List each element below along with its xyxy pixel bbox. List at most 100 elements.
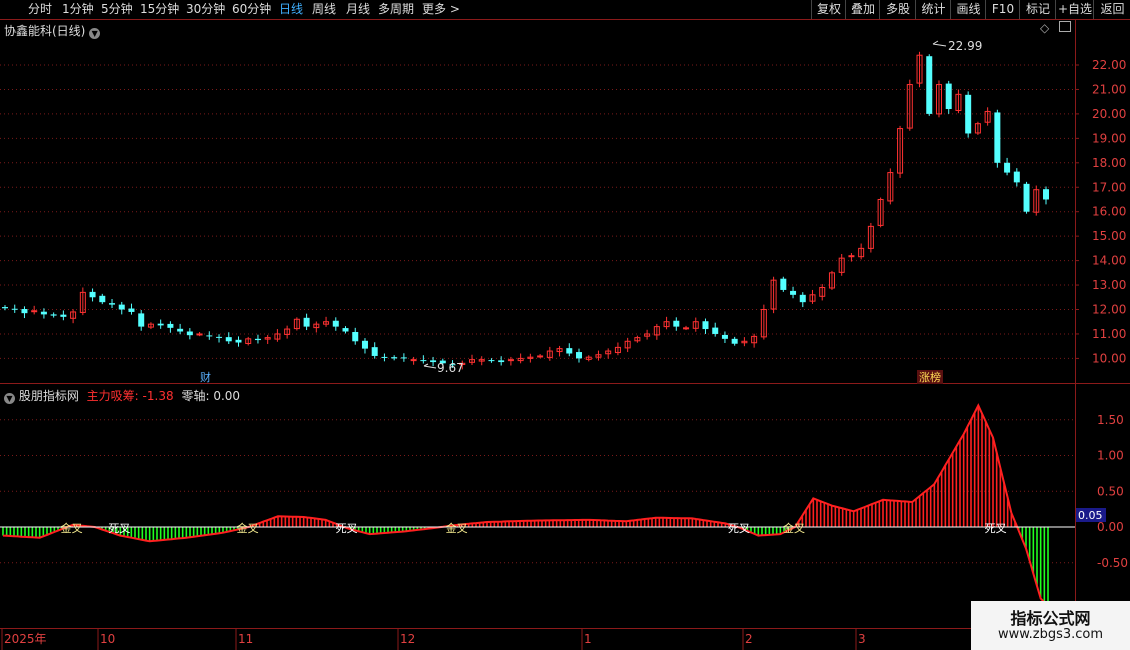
indicator-line: [2, 403, 1049, 607]
cross-signal-label: 死叉: [728, 522, 750, 535]
date-label: 2025年: [4, 632, 47, 646]
price-tick-label: 15.00: [1092, 229, 1126, 243]
candle-body: [11, 308, 18, 310]
indicator-tick-label: 0.50: [1097, 484, 1124, 498]
date-label: 10: [100, 632, 115, 646]
candle-body: [235, 339, 242, 343]
candle-body: [206, 335, 213, 337]
price-tick-label: 20.00: [1092, 107, 1126, 121]
candle-body: [488, 360, 495, 362]
candle-body: [225, 337, 232, 342]
kline-chart[interactable]: 22.00 2 1.00 20.00 19.00 18.00 17.00 16.00 15.00…: [0, 0, 1130, 650]
date-label: 11: [238, 632, 253, 646]
candle-body: [673, 320, 680, 327]
candle-body: [566, 348, 573, 354]
candle-body: [157, 323, 164, 326]
candle-body: [50, 314, 57, 316]
candle-body: [332, 320, 339, 327]
candle-body: [799, 294, 806, 303]
candle-body: [430, 360, 437, 363]
candle-body: [99, 295, 106, 303]
date-label: 1: [584, 632, 592, 646]
candle-body: [712, 327, 719, 334]
candle-body: [186, 331, 193, 336]
candle-body: [89, 291, 96, 298]
candle-body: [400, 357, 407, 359]
candle-body: [702, 321, 709, 330]
candle-body: [352, 331, 359, 342]
candle-body: [848, 255, 855, 258]
candle-body: [21, 309, 28, 314]
candle-body: [780, 278, 787, 290]
cross-signal-label: 金叉: [783, 521, 805, 535]
candle-body: [1043, 189, 1049, 200]
candle-body: [1023, 183, 1030, 212]
candle-body: [177, 328, 184, 332]
candle-body: [361, 340, 368, 349]
candle-body: [138, 313, 145, 327]
candle-body: [945, 83, 952, 110]
zhangbang-badge: 涨榜: [919, 370, 941, 384]
candle-body: [731, 338, 738, 344]
indicator-tick-label: 1.50: [1097, 413, 1124, 427]
watermark-url: www.zbgs3.com: [997, 627, 1104, 642]
candle-body: [109, 303, 116, 305]
cross-signal-label: 金叉: [446, 521, 468, 535]
indicator-tick-label: 0.00: [1097, 520, 1124, 534]
candle-body: [965, 94, 972, 134]
candle-body: [420, 360, 427, 362]
candle-body: [498, 360, 505, 363]
indicator-tick-label: -0.50: [1097, 556, 1128, 570]
candle-body: [926, 56, 933, 114]
candle-body: [31, 310, 38, 313]
price-tick-label: 14.00: [1092, 254, 1126, 268]
candle-body: [342, 328, 349, 332]
candle-body: [410, 359, 417, 362]
candle-body: [391, 357, 398, 359]
date-label: 2: [745, 632, 753, 646]
candle-body: [167, 323, 174, 328]
cross-signal-label: 死叉: [985, 522, 1007, 535]
candle-body: [507, 359, 514, 362]
low-arrow: [423, 363, 437, 369]
indicator-tick-label: 1.00: [1097, 449, 1124, 463]
candle-body: [381, 356, 388, 358]
candle-body: [2, 307, 8, 309]
candle-body: [683, 327, 690, 330]
high-arrow: [932, 40, 947, 47]
candle-body: [371, 347, 378, 356]
cross-signal-label: 死叉: [108, 522, 130, 535]
candle-body: [40, 311, 47, 315]
current-value-label: 0.05: [1078, 509, 1103, 522]
cross-signal-label: 死叉: [336, 522, 358, 535]
date-label: 3: [858, 632, 866, 646]
candle-body: [994, 112, 1001, 163]
candle-body: [790, 290, 797, 295]
cross-signal-label: 金叉: [61, 521, 83, 535]
price-tick-label: 11.00: [1092, 327, 1126, 341]
watermark-title: 指标公式网: [1010, 609, 1091, 628]
low-price-label: 9.67: [437, 361, 464, 375]
watermark: 指标公式网 www.zbgs3.com: [971, 601, 1130, 650]
high-price-label: 22.99: [948, 39, 982, 53]
price-tick-label: 18.00: [1092, 156, 1126, 170]
date-label: 12: [400, 632, 415, 646]
price-tick-label: 16.00: [1092, 205, 1126, 219]
candle-body: [216, 336, 223, 338]
price-tick-label: 12.00: [1092, 303, 1126, 317]
candle-body: [196, 333, 203, 336]
cross-signal-label: 金叉: [237, 521, 259, 535]
price-tick-label: 22.00: [1092, 58, 1126, 72]
price-tick-label: 13.00: [1092, 278, 1126, 292]
candle-body: [721, 334, 728, 339]
candle-body: [303, 317, 310, 327]
price-tick-label: 19.00: [1092, 131, 1126, 145]
candle-body: [128, 308, 135, 312]
price-tick-label: 17.00: [1092, 180, 1126, 194]
candle-body: [576, 352, 583, 359]
finance-badge: 财: [200, 370, 211, 384]
candle-body: [1004, 162, 1011, 173]
candle-body: [60, 314, 67, 317]
price-tick-label: 10.00: [1092, 351, 1126, 365]
candle-body: [537, 355, 544, 358]
